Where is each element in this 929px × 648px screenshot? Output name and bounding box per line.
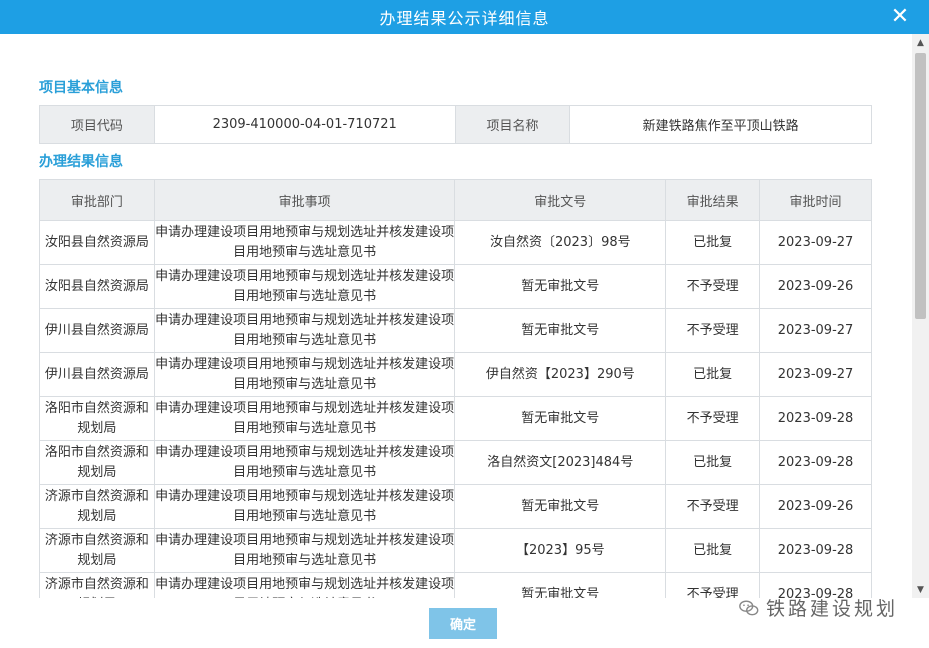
cell-item: 申请办理建设项目用地预审与规划选址并核发建设项目用地预审与选址意见书 [153,440,456,485]
cell-item: 申请办理建设项目用地预审与规划选址并核发建设项目用地预审与选址意见书 [153,528,456,573]
cell-date: 2023-09-27 [759,352,872,397]
table-row: 洛阳市自然资源和规划局 申请办理建设项目用地预审与规划选址并核发建设项目用地预审… [39,440,872,485]
project-code-label: 项目代码 [39,105,155,144]
cell-doc: 伊自然资【2023】290号 [454,352,667,397]
column-header-doc: 审批文号 [454,179,667,221]
cell-doc: 暂无审批文号 [454,264,667,309]
cell-result: 已批复 [665,440,761,485]
cell-item: 申请办理建设项目用地预审与规划选址并核发建设项目用地预审与选址意见书 [153,484,456,529]
cell-item: 申请办理建设项目用地预审与规划选址并核发建设项目用地预审与选址意见书 [153,264,456,309]
cell-dept: 洛阳市自然资源和规划局 [39,396,155,441]
close-icon[interactable]: ✕ [887,3,913,29]
cell-doc: 暂无审批文号 [454,572,667,598]
cell-dept: 济源市自然资源和规划局 [39,484,155,529]
dialog-titlebar: 办理结果公示详细信息 ✕ [0,0,929,34]
cell-doc: 暂无审批文号 [454,484,667,529]
ok-button[interactable]: 确定 [429,608,497,639]
table-row: 济源市自然资源和规划局 申请办理建设项目用地预审与规划选址并核发建设项目用地预审… [39,484,872,529]
cell-item: 申请办理建设项目用地预审与规划选址并核发建设项目用地预审与选址意见书 [153,220,456,265]
cell-result: 不予受理 [665,308,761,353]
results-header-row: 审批部门 审批事项 审批文号 审批结果 审批时间 [39,179,872,221]
vertical-scrollbar[interactable]: ▲ ▼ [912,34,929,598]
cell-dept: 伊川县自然资源局 [39,352,155,397]
cell-date: 2023-09-27 [759,220,872,265]
cell-doc: 洛自然资文[2023]484号 [454,440,667,485]
scroll-down-icon[interactable]: ▼ [912,581,929,598]
table-row: 洛阳市自然资源和规划局 申请办理建设项目用地预审与规划选址并核发建设项目用地预审… [39,396,872,441]
scrollbar-thumb[interactable] [915,53,926,319]
project-name-label: 项目名称 [454,105,571,144]
cell-item: 申请办理建设项目用地预审与规划选址并核发建设项目用地预审与选址意见书 [153,572,456,598]
cell-date: 2023-09-26 [759,264,872,309]
cell-dept: 洛阳市自然资源和规划局 [39,440,155,485]
table-row: 汝阳县自然资源局 申请办理建设项目用地预审与规划选址并核发建设项目用地预审与选址… [39,220,872,265]
cell-result: 不予受理 [665,484,761,529]
scroll-up-icon[interactable]: ▲ [912,34,929,51]
project-code-value: 2309-410000-04-01-710721 [153,105,456,144]
cell-dept: 济源市自然资源和规划局 [39,528,155,573]
project-name-value: 新建铁路焦作至平顶山铁路 [569,105,872,144]
cell-result: 已批复 [665,352,761,397]
cell-date: 2023-09-28 [759,440,872,485]
cell-dept: 伊川县自然资源局 [39,308,155,353]
cell-result: 已批复 [665,528,761,573]
results-section-title: 办理结果信息 [39,154,123,170]
watermark-text: 铁路建设规划 [766,598,899,620]
results-table: 审批部门 审批事项 审批文号 审批结果 审批时间 汝阳县自然资源局 申请办理建设… [39,179,872,598]
column-header-result: 审批结果 [665,179,761,221]
table-row: 济源市自然资源和规划局 申请办理建设项目用地预审与规划选址并核发建设项目用地预审… [39,528,872,573]
basic-info-table: 项目代码 2309-410000-04-01-710721 项目名称 新建铁路焦… [39,105,872,144]
cell-result: 不予受理 [665,396,761,441]
column-header-item: 审批事项 [153,179,456,221]
dialog-title: 办理结果公示详细信息 [379,9,550,28]
table-row: 伊川县自然资源局 申请办理建设项目用地预审与规划选址并核发建设项目用地预审与选址… [39,308,872,353]
dialog-content[interactable]: 项目基本信息 项目代码 2309-410000-04-01-710721 项目名… [0,34,912,598]
wechat-icon [739,599,759,615]
cell-item: 申请办理建设项目用地预审与规划选址并核发建设项目用地预审与选址意见书 [153,396,456,441]
cell-result: 已批复 [665,220,761,265]
cell-result: 不予受理 [665,264,761,309]
table-row: 伊川县自然资源局 申请办理建设项目用地预审与规划选址并核发建设项目用地预审与选址… [39,352,872,397]
cell-date: 2023-09-28 [759,396,872,441]
cell-doc: 暂无审批文号 [454,396,667,441]
basic-info-section-title: 项目基本信息 [39,80,123,96]
cell-date: 2023-09-27 [759,308,872,353]
watermark: 铁路建设规划 [738,594,898,621]
cell-doc: 暂无审批文号 [454,308,667,353]
cell-dept: 济源市自然资源和规划局 [39,572,155,598]
result-detail-dialog: 办理结果公示详细信息 ✕ 项目基本信息 项目代码 2309-410000-04-… [0,0,929,648]
column-header-dept: 审批部门 [39,179,155,221]
cell-date: 2023-09-26 [759,484,872,529]
cell-date: 2023-09-28 [759,528,872,573]
cell-doc: 汝自然资〔2023〕98号 [454,220,667,265]
cell-dept: 汝阳县自然资源局 [39,220,155,265]
cell-item: 申请办理建设项目用地预审与规划选址并核发建设项目用地预审与选址意见书 [153,352,456,397]
column-header-date: 审批时间 [759,179,872,221]
cell-dept: 汝阳县自然资源局 [39,264,155,309]
basic-info-row: 项目代码 2309-410000-04-01-710721 项目名称 新建铁路焦… [39,105,872,144]
cell-item: 申请办理建设项目用地预审与规划选址并核发建设项目用地预审与选址意见书 [153,308,456,353]
cell-doc: 【2023】95号 [454,528,667,573]
table-row: 汝阳县自然资源局 申请办理建设项目用地预审与规划选址并核发建设项目用地预审与选址… [39,264,872,309]
